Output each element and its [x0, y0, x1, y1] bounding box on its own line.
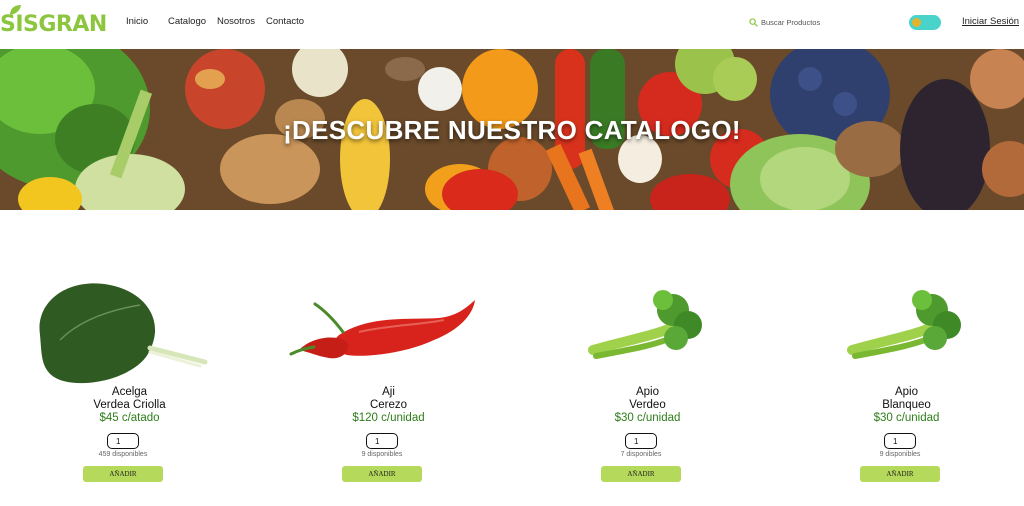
login-link[interactable]: Iniciar Sesión	[962, 16, 1019, 28]
add-to-cart-button[interactable]: AÑADIR	[342, 466, 422, 482]
product-price: $45 c/atado	[99, 412, 160, 424]
add-to-cart-button[interactable]: AÑADIR	[601, 466, 681, 482]
toggle-knob	[912, 18, 921, 27]
product-name: Apio	[894, 386, 919, 398]
chard-image	[39, 283, 208, 384]
product-variety: Verdea Criolla	[93, 399, 166, 411]
stock-available: 9 disponibles	[879, 451, 921, 458]
product-name: Apio	[635, 386, 660, 398]
product-card: Apio Verdeo $30 c/unidad 7 disponibles A…	[518, 280, 777, 490]
product-variety: Cerezo	[369, 399, 408, 411]
hero-title: ¡DESCUBRE NUESTRO CATALOGO!	[283, 115, 741, 145]
quantity-input[interactable]	[107, 433, 139, 449]
quantity-input[interactable]	[625, 433, 657, 449]
product-name: Aji	[382, 386, 395, 398]
nav-item-catalogo[interactable]: Catalogo	[168, 16, 206, 28]
site-header: SISGRAN Inicio Catalogo Nosotros Contact…	[0, 0, 1024, 48]
quantity-input[interactable]	[366, 433, 398, 449]
quantity-input[interactable]	[884, 433, 916, 449]
add-to-cart-button[interactable]: AÑADIR	[860, 466, 940, 482]
product-card: Aji Cerezo $120 c/unidad 9 disponibles A…	[259, 280, 518, 490]
hero-banner: ¡DESCUBRE NUESTRO CATALOGO!	[0, 49, 1024, 210]
stock-available: 459 disponibles	[98, 451, 148, 458]
product-variety: Verdeo	[629, 399, 666, 411]
product-price: $30 c/unidad	[873, 412, 940, 424]
search-bar	[749, 16, 879, 30]
nav-item-contacto[interactable]: Contacto	[266, 16, 304, 28]
nav-item-inicio[interactable]: Inicio	[126, 16, 148, 28]
add-to-cart-button[interactable]: AÑADIR	[83, 466, 163, 482]
celery-image	[847, 290, 961, 359]
logo-text: SISGRAN	[0, 12, 107, 37]
search-icon[interactable]	[749, 18, 758, 27]
celery-image	[588, 290, 702, 359]
chili-pepper-image	[289, 300, 475, 359]
stock-available: 7 disponibles	[620, 451, 662, 458]
stock-available: 9 disponibles	[361, 451, 403, 458]
product-name: Acelga	[111, 386, 148, 398]
logo[interactable]: SISGRAN	[0, 4, 110, 40]
theme-toggle[interactable]	[909, 15, 941, 30]
product-card: Apio Blanqueo $30 c/unidad 9 disponibles…	[777, 280, 1024, 490]
product-variety: Blanqueo	[882, 399, 931, 411]
search-input[interactable]	[761, 16, 871, 29]
nav-item-nosotros[interactable]: Nosotros	[217, 16, 255, 28]
product-price: $30 c/unidad	[614, 412, 681, 424]
product-card: Acelga Verdea Criolla $45 c/atado 459 di…	[0, 280, 259, 490]
product-price: $120 c/unidad	[352, 412, 425, 424]
